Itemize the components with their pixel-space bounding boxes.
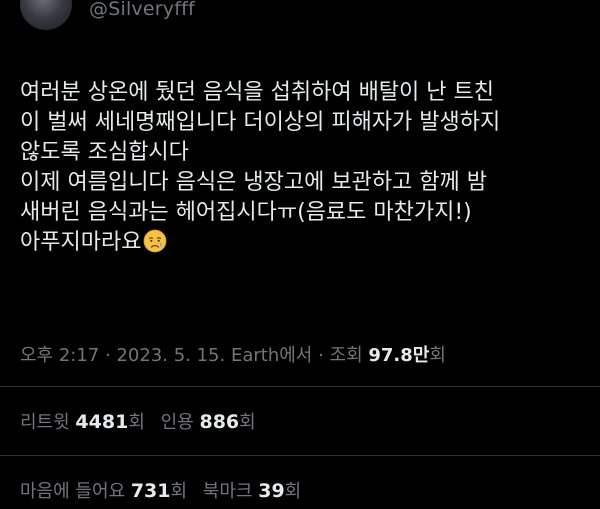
tweet-meta: 오후 2:17 · 2023. 5. 15. Earth에서 · 조회 97.8… [20,341,446,367]
avatar[interactable] [20,0,72,30]
bookmarks-suffix: 회 [284,481,302,502]
bookmarks-stat[interactable]: 북마크 39회 [203,477,301,503]
tweet-line: 새버린 음식과는 헤어집시다ㅠ(음료도 마찬가지!) [20,200,472,225]
author-handle[interactable]: @Silveryfff [89,0,195,20]
likes-label: 마음에 들어요 [20,481,126,502]
divider [0,455,600,456]
quotes-stat[interactable]: 인용 886회 [161,408,256,434]
bookmarks-count: 39 [258,480,285,502]
likes-suffix: 회 [170,481,188,502]
retweets-label: 리트윗 [20,412,70,433]
quotes-count: 886 [199,411,240,433]
retweets-stat[interactable]: 리트윗 4481회 [20,408,145,434]
bookmarks-label: 북마크 [202,481,253,502]
views-label: 조회 [329,345,363,366]
separator: · [99,345,117,366]
quotes-label: 인용 [160,412,194,433]
views-suffix: 회 [429,345,446,366]
tweet-date[interactable]: 2023. 5. 15. [116,345,225,366]
tweet-source: Earth에서 [230,345,313,366]
crying-face-icon [144,229,167,253]
tweet-header: @Silveryfff [0,0,600,40]
tweet-line: 이 벌써 세네명째입니다 더이상의 피해자가 발생하지 [20,110,501,135]
likes-count: 731 [130,480,171,502]
separator: · [312,345,330,366]
tweet-line-text: 아푸지마라요 [20,230,142,255]
tweet-line: 이제 여름입니다 음식은 냉장고에 보관하고 함께 밤 [20,170,488,195]
retweets-suffix: 회 [128,412,145,433]
quotes-suffix: 회 [239,412,256,433]
retweets-count: 4481 [75,411,129,433]
engagement-stats-row-2: 마음에 들어요 731회 북마크 39회 [20,477,311,503]
engagement-stats-row-1: 리트윗 4481회 인용 886회 [20,408,266,434]
tweet-text: 여러분 상온에 뒀던 음식을 섭취하여 배탈이 난 트친 이 벌써 세네명째입니… [20,78,592,258]
tweet-line: 여러분 상온에 뒀던 음식을 섭취하여 배탈이 난 트친 [20,80,494,105]
tweet-line: 않도록 조심합시다 [20,140,189,165]
likes-stat[interactable]: 마음에 들어요 731회 [20,477,187,503]
tweet-line: 아푸지마라요 [20,228,592,258]
divider [0,386,600,387]
views-count: 97.8만 [368,345,430,366]
tweet-time[interactable]: 오후 2:17 [20,345,99,366]
